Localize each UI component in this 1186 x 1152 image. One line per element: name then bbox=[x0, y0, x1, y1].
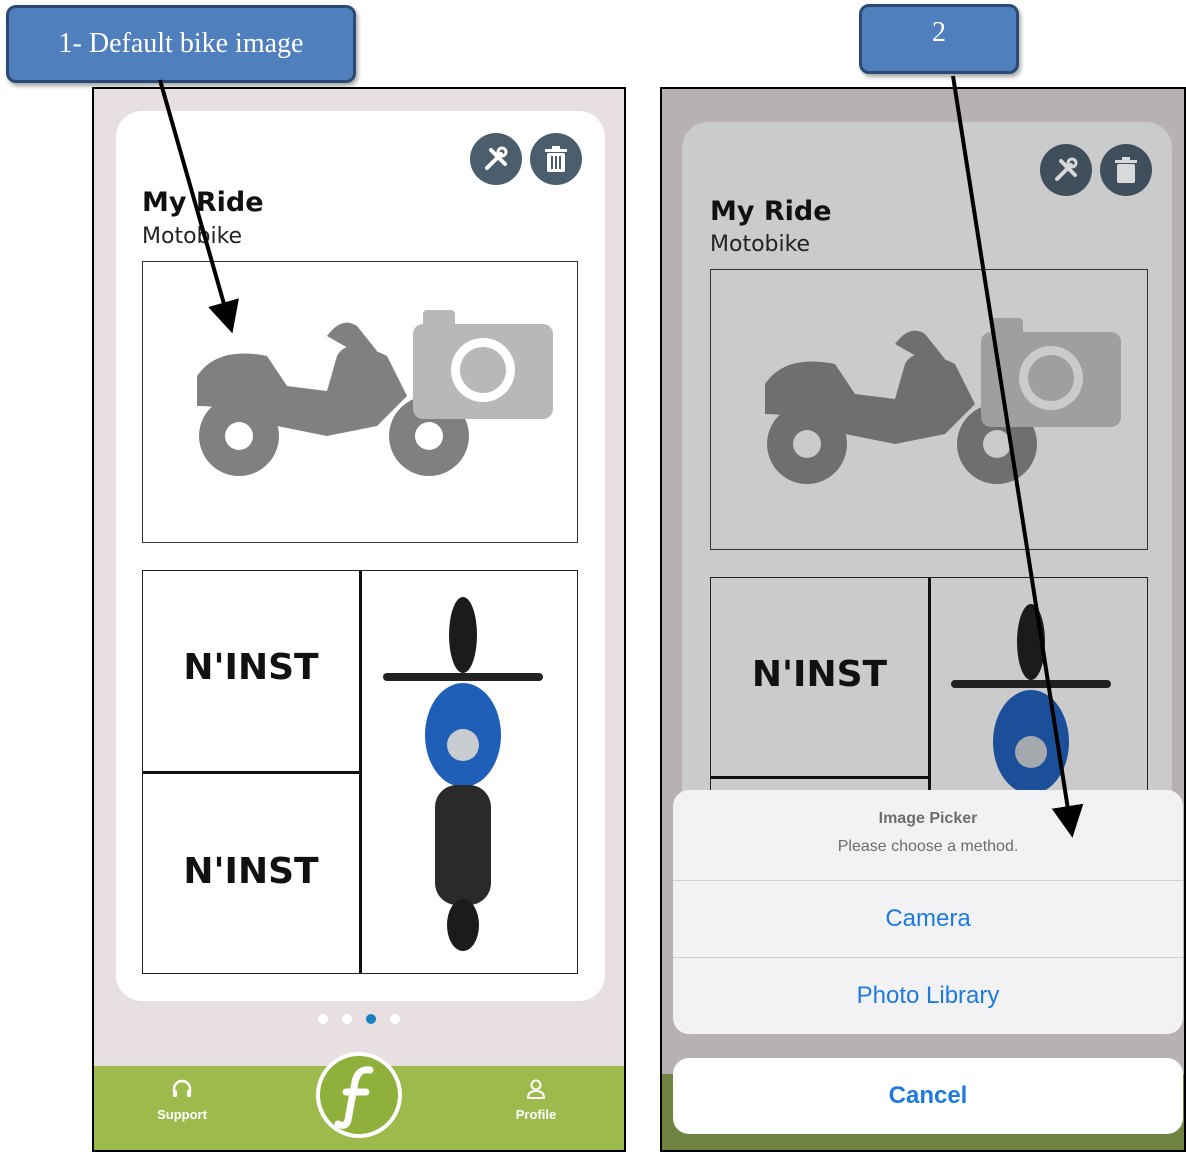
maintenance-button[interactable] bbox=[470, 133, 522, 185]
page-dot-active[interactable] bbox=[366, 1014, 376, 1024]
ride-type: Motobike bbox=[710, 232, 811, 257]
motorbike-topview-photo bbox=[383, 597, 543, 951]
camera-option-button[interactable]: Camera bbox=[673, 880, 1183, 957]
action-sheet-message: Please choose a method. bbox=[837, 838, 1019, 855]
wrench-screwdriver-icon bbox=[1055, 157, 1078, 181]
image-picker-action-sheet: Image Picker Please choose a method. Cam… bbox=[673, 790, 1183, 1034]
bike-image-picker[interactable] bbox=[142, 261, 578, 543]
nav-profile-label: Profile bbox=[515, 1107, 557, 1122]
page-dot[interactable] bbox=[318, 1014, 328, 1024]
cancel-button[interactable]: Cancel bbox=[673, 1058, 1183, 1134]
tile-not-installed-1[interactable]: N'INST bbox=[143, 647, 359, 688]
callout-label: 1- Default bike image bbox=[58, 28, 304, 59]
ride-card: My Ride Motobike N'INST N'INST bbox=[116, 111, 605, 1001]
phone-screen-image-picker: My Ride Motobike N'INST Image Picker Ple… bbox=[660, 87, 1186, 1152]
bike-image-picker[interactable] bbox=[710, 269, 1148, 550]
trash-icon bbox=[545, 146, 567, 172]
tile-not-installed-1[interactable]: N'INST bbox=[711, 654, 928, 695]
page-indicator[interactable] bbox=[318, 1014, 400, 1024]
maintenance-button[interactable] bbox=[1040, 144, 1092, 196]
callout-step-2: 2 bbox=[859, 4, 1019, 74]
motorbike-topview-photo bbox=[951, 604, 1111, 794]
camera-icon bbox=[413, 310, 553, 419]
delete-button[interactable] bbox=[1100, 144, 1152, 196]
trash-icon bbox=[1115, 157, 1137, 183]
page-dot[interactable] bbox=[390, 1014, 400, 1024]
nav-profile[interactable]: Profile bbox=[496, 1078, 576, 1122]
ride-title: My Ride bbox=[142, 187, 264, 218]
action-sheet-title: Image Picker bbox=[878, 810, 978, 827]
callout-label: 2 bbox=[932, 17, 946, 48]
brand-f-logo[interactable] bbox=[316, 1052, 402, 1138]
bike-tiles-grid: N'INST N'INST bbox=[142, 570, 578, 974]
ride-title: My Ride bbox=[710, 196, 832, 227]
camera-icon bbox=[981, 318, 1121, 427]
nav-support[interactable]: Support bbox=[142, 1078, 222, 1122]
page-dot[interactable] bbox=[342, 1014, 352, 1024]
callout-default-bike-image: 1- Default bike image bbox=[6, 5, 356, 83]
bottom-nav-bar: Support Profile bbox=[94, 1052, 624, 1150]
photo-library-option-button[interactable]: Photo Library bbox=[673, 957, 1183, 1034]
nav-support-label: Support bbox=[157, 1107, 207, 1122]
phone-screen-default: My Ride Motobike N'INST N'INST Support P… bbox=[92, 87, 626, 1152]
delete-button[interactable] bbox=[530, 133, 582, 185]
ride-type: Motobike bbox=[142, 224, 243, 249]
headset-icon bbox=[172, 1079, 192, 1097]
wrench-screwdriver-icon bbox=[485, 146, 508, 170]
user-icon bbox=[526, 1079, 546, 1099]
tile-not-installed-2[interactable]: N'INST bbox=[143, 851, 359, 892]
